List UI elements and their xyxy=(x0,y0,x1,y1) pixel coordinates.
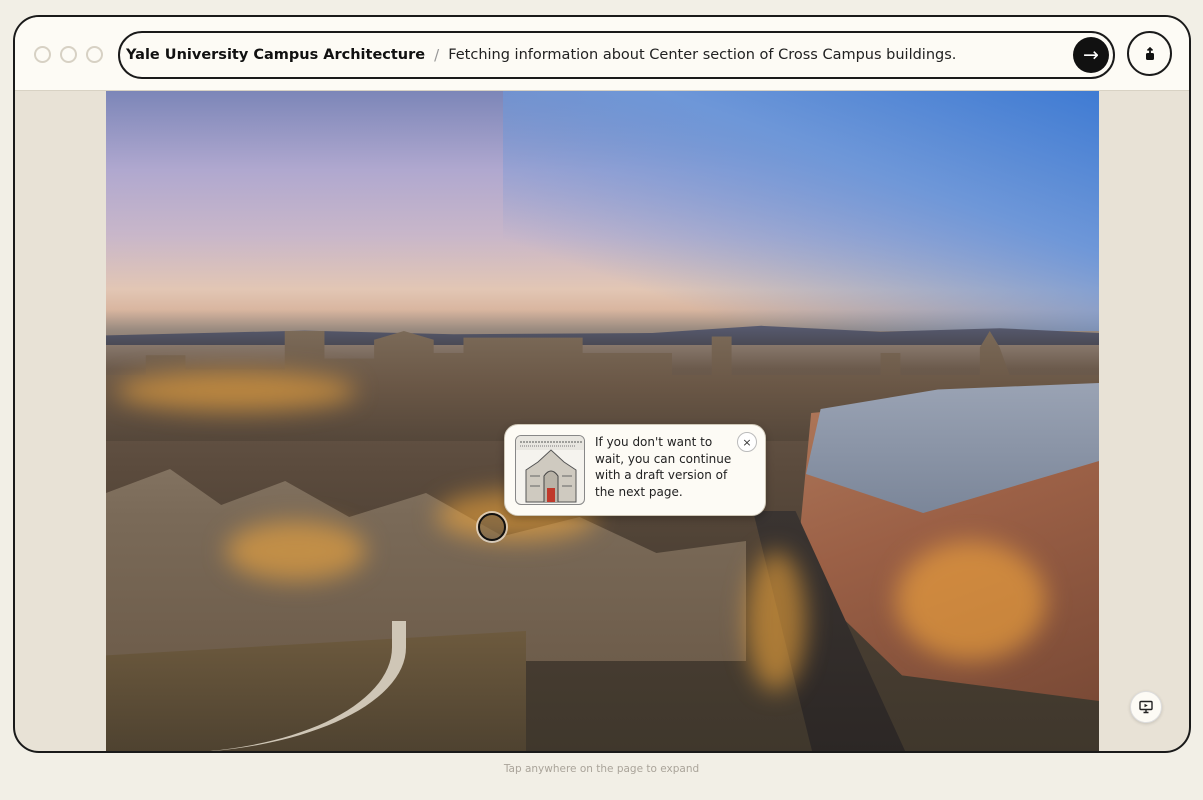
sky-region xyxy=(503,91,1099,331)
breadcrumb-separator: / xyxy=(434,46,440,64)
browser-window: Yale University Campus Architecture / Fe… xyxy=(13,15,1191,753)
campus-photo[interactable]: If you don't want to wait, you can conti… xyxy=(106,91,1099,751)
loading-status: Fetching information about Center sectio… xyxy=(448,47,957,63)
close-button[interactable]: × xyxy=(737,432,757,452)
pointer-cursor xyxy=(478,513,506,541)
expand-hint: Tap anywhere on the page to expand xyxy=(503,763,700,775)
presentation-mode-button[interactable] xyxy=(1130,691,1162,723)
city-lights xyxy=(116,371,356,411)
address-bar[interactable]: Yale University Campus Architecture / Fe… xyxy=(118,31,1115,79)
draft-page-popup[interactable]: If you don't want to wait, you can conti… xyxy=(504,424,766,516)
window-control-close[interactable] xyxy=(34,46,51,63)
popup-message: If you don't want to wait, you can conti… xyxy=(595,435,732,499)
gothic-building-sketch-thumbnail xyxy=(515,435,585,505)
share-button[interactable] xyxy=(1127,31,1172,76)
go-button[interactable]: → xyxy=(1073,37,1109,73)
site-title: Yale University Campus Architecture xyxy=(126,47,426,63)
street-glow xyxy=(746,551,806,691)
sketch-icon xyxy=(516,436,584,503)
close-icon: × xyxy=(742,435,752,449)
window-glow xyxy=(226,521,366,581)
arrow-right-icon: → xyxy=(1083,44,1099,66)
presentation-icon xyxy=(1139,700,1153,714)
window-control-minimize[interactable] xyxy=(60,46,77,63)
share-icon xyxy=(1145,46,1154,60)
title-bar: Yale University Campus Architecture / Fe… xyxy=(15,17,1189,91)
window-control-maximize[interactable] xyxy=(86,46,103,63)
window-glow xyxy=(896,541,1046,661)
window-controls xyxy=(34,46,103,63)
